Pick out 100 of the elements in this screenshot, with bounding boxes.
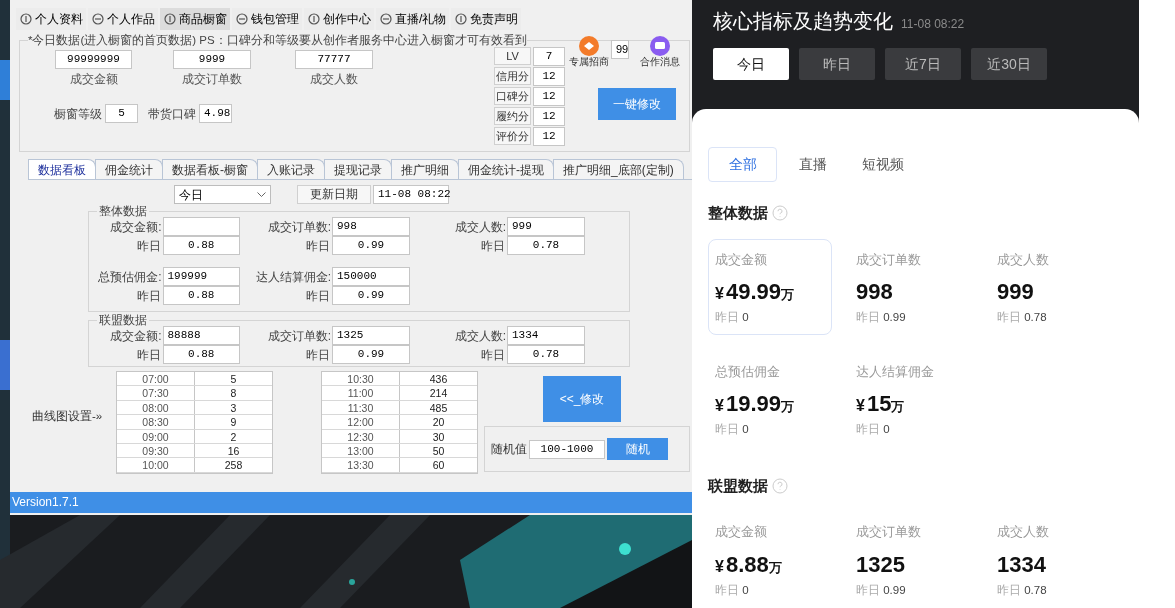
badge-label: 专属招商 (569, 56, 609, 67)
metric-card[interactable]: 成交人数 1334 昨日 0.78 (990, 511, 1114, 607)
period-select[interactable]: 今日 (174, 185, 271, 204)
text-field[interactable]: 0.78 (507, 345, 585, 364)
metric-card[interactable]: 达人结算佣金 ¥15万 昨日 0 (849, 350, 973, 447)
table-cell: 07:00 (117, 372, 195, 386)
table-cell-text: 50 (431, 443, 446, 458)
metric-value: ¥8.88万 (715, 550, 783, 579)
metric-label: 总预估佣金 (715, 362, 781, 381)
score-label: LV (494, 47, 531, 65)
text-field[interactable]: 199999 (162, 267, 240, 286)
field-label: 达人结算佣金: (254, 268, 332, 286)
text-field[interactable]: 999 (507, 217, 585, 236)
sub-tab[interactable]: 推广明细 (391, 159, 459, 179)
text-field[interactable]: 9999 (173, 50, 251, 69)
nav-tab[interactable]: 个人作品 (88, 8, 158, 30)
text-field[interactable]: 7 (533, 47, 565, 66)
section-title: 整体数据 (708, 203, 768, 223)
metric-card[interactable]: 成交金额 ¥8.88万 昨日 0 (708, 511, 832, 607)
sub-tab[interactable]: 数据看板 (28, 159, 96, 179)
metric-card[interactable]: 成交人数 999 昨日 0.78 (990, 238, 1114, 335)
page-title: 核心指标及趋势变化 (713, 9, 893, 34)
help-icon[interactable] (772, 477, 788, 494)
nav-tab[interactable]: 直播/礼物 (376, 8, 450, 30)
text-field[interactable]: 0.99 (332, 286, 410, 305)
metric-card[interactable]: 成交金额 ¥49.99万 昨日 0 (708, 238, 832, 335)
period-tab[interactable]: 近30日 (971, 48, 1047, 80)
text-field[interactable]: 12 (533, 107, 565, 126)
text-field[interactable]: 99999999 (55, 50, 132, 69)
help-icon[interactable] (772, 205, 788, 222)
period-tab[interactable]: 昨日 (799, 48, 875, 80)
field-label: 橱窗等级 (54, 105, 102, 123)
text-field[interactable]: 5 (105, 104, 138, 123)
curve-settings-label: 曲线图设置-» (32, 409, 104, 424)
text-field[interactable]: 99 (611, 40, 629, 59)
text-field[interactable]: 998 (332, 217, 410, 236)
nav-tab[interactable]: 创作中心 (304, 8, 374, 30)
field-label: 昨日 (135, 346, 162, 364)
period-tab[interactable]: 近7日 (885, 48, 961, 80)
text-field[interactable]: 100-1000 (529, 439, 605, 459)
sub-tab[interactable]: 推广明细_底部(定制) (553, 159, 684, 179)
text-field[interactable]: 0.99 (332, 236, 410, 255)
text-field[interactable]: 150000 (332, 267, 410, 286)
text-field[interactable]: 0.88 (162, 286, 240, 305)
table-cell: 12:30 (322, 429, 400, 443)
table-cell-text: 3 (229, 400, 238, 415)
table-cell-text: 436 (428, 372, 449, 386)
nav-tab[interactable]: 钱包管理 (232, 8, 302, 30)
field-label: 成交订单数: (266, 218, 332, 236)
yesterday-text: 昨日 0.99 (856, 582, 907, 598)
metric-value: ¥19.99万 (715, 390, 795, 418)
field-label: 成交订单数: (266, 327, 332, 345)
channel-tab[interactable]: 直播 (778, 147, 847, 182)
sub-tab[interactable]: 提现记录 (324, 159, 392, 179)
text-field[interactable]: 4.98 (199, 104, 232, 123)
channel-tab[interactable]: 短视频 (848, 147, 917, 182)
text-field[interactable]: 12 (533, 67, 565, 86)
text-field[interactable]: 1325 (332, 326, 410, 345)
tab-icon (19, 13, 33, 25)
status-bar: Version1.7.1 (10, 492, 692, 513)
table-cell-text: 214 (428, 386, 449, 400)
text-field[interactable] (162, 217, 240, 236)
text-field[interactable]: 0.88 (162, 345, 240, 364)
text-field[interactable]: 12 (533, 127, 565, 146)
text-field[interactable]: 0.88 (162, 236, 240, 255)
metric-label: 成交人数 (997, 523, 1050, 541)
nav-tab[interactable]: 个人资料 (16, 8, 86, 30)
text-field[interactable]: 11-08 08:22 (373, 185, 449, 204)
table-cell: 11:00 (322, 386, 400, 400)
field-label: 成交金额: (109, 218, 163, 236)
nav-tab[interactable]: 免责声明 (451, 8, 522, 30)
text-field[interactable]: 1334 (507, 326, 585, 345)
sub-tab[interactable]: 佣金统计 (95, 159, 163, 179)
field-label: 成交人数: (453, 218, 507, 236)
field-label: 昨日 (480, 346, 506, 364)
text-field[interactable]: 0.99 (332, 345, 410, 364)
yesterday-text: 昨日 0 (856, 422, 891, 437)
metric-label: 成交订单数 (182, 71, 242, 88)
sub-tab[interactable]: 佣金统计-提现 (458, 159, 554, 179)
metric-value: 999 (997, 278, 1035, 306)
sub-tab[interactable]: 数据看板-橱窗 (162, 159, 258, 179)
field-label: 昨日 (305, 346, 331, 364)
period-tab[interactable]: 今日 (713, 48, 789, 80)
field-label: 昨日 (135, 287, 162, 305)
message-icon[interactable] (650, 36, 670, 56)
channel-tab[interactable]: 全部 (708, 147, 777, 182)
text-field[interactable]: 88888 (162, 326, 240, 345)
table-cell: 10:30 (322, 372, 400, 386)
table-cell-text: 5 (229, 372, 238, 386)
nav-tab[interactable]: 商品橱窗 (160, 8, 230, 30)
text-field[interactable]: 0.78 (507, 236, 585, 255)
text-field[interactable]: 12 (533, 87, 565, 106)
text-field[interactable]: 77777 (295, 50, 373, 69)
sub-tab[interactable]: 入账记录 (257, 159, 325, 179)
metric-card[interactable]: 成交订单数 1325 昨日 0.99 (849, 511, 973, 607)
yesterday-text: 昨日 0.78 (997, 582, 1048, 598)
table-cell-text: 60 (431, 458, 446, 472)
metric-label: 成交金额 (715, 250, 768, 269)
metric-card[interactable]: 总预估佣金 ¥19.99万 昨日 0 (708, 350, 832, 447)
metric-card[interactable]: 成交订单数 998 昨日 0.99 (849, 238, 973, 335)
